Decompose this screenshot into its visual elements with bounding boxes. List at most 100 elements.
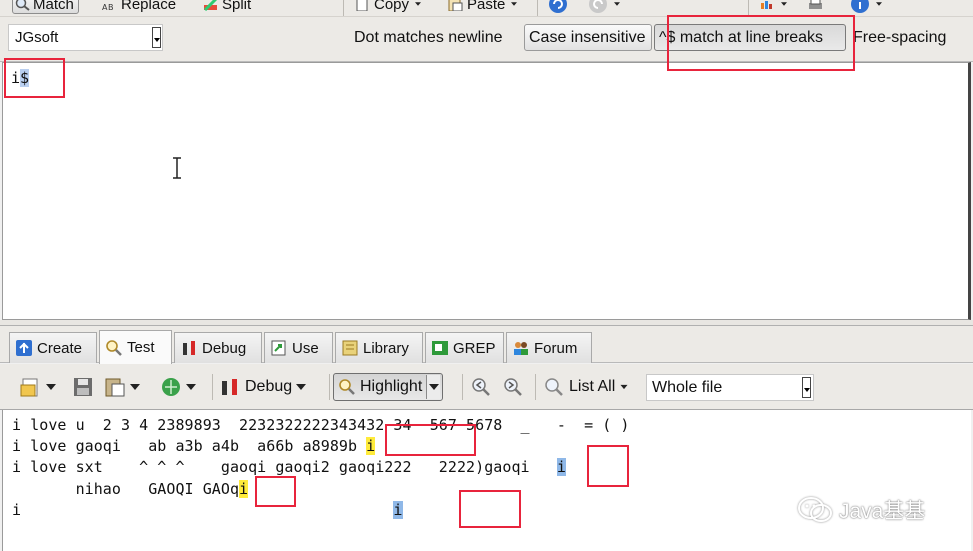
open-file-button[interactable] bbox=[20, 374, 56, 400]
match-button[interactable]: Match bbox=[12, 0, 79, 14]
paste-label: Paste bbox=[467, 0, 506, 13]
subject-line: i love u 2 3 4 2389893 2232322222343432 … bbox=[12, 416, 630, 434]
web-button[interactable] bbox=[160, 374, 196, 400]
next-match-button[interactable] bbox=[502, 374, 524, 400]
split-icon bbox=[203, 0, 218, 11]
tab-library[interactable]: Library bbox=[335, 332, 423, 363]
undo-button[interactable] bbox=[548, 0, 568, 14]
debug-dropdown-icon[interactable] bbox=[296, 384, 307, 390]
copy-button[interactable]: Copy bbox=[355, 0, 423, 14]
zoom-next-icon bbox=[504, 378, 522, 396]
svg-text:B: B bbox=[108, 3, 114, 11]
redo-icon bbox=[589, 0, 607, 13]
tab-create[interactable]: Create bbox=[9, 332, 97, 363]
list-all-dropdown-icon[interactable] bbox=[620, 384, 628, 390]
scope-select[interactable]: Whole file bbox=[646, 374, 814, 401]
paste-dropdown-icon[interactable] bbox=[511, 2, 518, 6]
toolbar-divider bbox=[462, 374, 463, 400]
print-button[interactable] bbox=[808, 0, 823, 14]
zoom-previous-icon bbox=[472, 378, 490, 396]
text-cursor-icon bbox=[173, 157, 181, 179]
test-subject-editor[interactable]: i love u 2 3 4 2389893 2232322222343432 … bbox=[2, 410, 971, 551]
grid-icon bbox=[761, 1, 772, 9]
web-dropdown-icon[interactable] bbox=[186, 384, 196, 390]
flavor-select[interactable]: JGsoft bbox=[8, 24, 163, 51]
toolbar-divider bbox=[212, 374, 213, 400]
redo-dropdown-icon[interactable] bbox=[614, 2, 620, 6]
tab-bar: Create Test Debug Use Library GREP Forum bbox=[0, 326, 973, 364]
grid-button[interactable] bbox=[760, 0, 789, 14]
create-icon bbox=[16, 340, 32, 356]
split-label: Split bbox=[222, 0, 252, 13]
split-button[interactable]: Split bbox=[203, 0, 251, 14]
match-label: Match bbox=[33, 0, 74, 13]
subject-line-text: i bbox=[12, 501, 394, 519]
paste-dropdown-icon[interactable] bbox=[130, 384, 140, 390]
annotation-box bbox=[667, 15, 855, 71]
magnifier-icon bbox=[15, 0, 30, 11]
grid-dropdown-icon[interactable] bbox=[781, 2, 787, 6]
open-dropdown-icon[interactable] bbox=[46, 384, 56, 390]
replace-button[interactable]: AB Replace bbox=[102, 0, 176, 14]
case-insensitive-toggle[interactable]: Case insensitive bbox=[524, 24, 652, 51]
tab-label: Create bbox=[37, 339, 83, 357]
regex-editor[interactable]: i$ bbox=[2, 62, 971, 320]
save-icon bbox=[74, 378, 92, 396]
wechat-icon bbox=[798, 497, 832, 522]
subject-line-text: i love gaoqi ab a3b a4b a66b a8989b bbox=[12, 437, 367, 455]
subject-line-text: i love sxt ^ ^ ^ gaoqi gaoqi2 gaoqi222 2… bbox=[12, 458, 557, 476]
match-highlight: i bbox=[239, 480, 249, 498]
tab-grep[interactable]: GREP bbox=[425, 332, 504, 363]
use-icon bbox=[271, 340, 286, 356]
save-file-button[interactable] bbox=[72, 374, 94, 400]
list-all-label: List All bbox=[569, 378, 616, 395]
library-icon bbox=[342, 340, 358, 356]
tab-forum[interactable]: Forum bbox=[506, 332, 592, 363]
tab-label: Debug bbox=[202, 339, 247, 357]
list-all-button[interactable]: List All bbox=[543, 374, 629, 400]
highlight-dropdown[interactable] bbox=[426, 375, 441, 399]
dot-matches-newline-toggle[interactable]: Dot matches newline bbox=[350, 24, 507, 51]
subject-line: i love sxt ^ ^ ^ gaoqi gaoqi2 gaoqi222 2… bbox=[12, 458, 566, 476]
paste-icon bbox=[105, 378, 125, 397]
dot-matches-newline-label: Dot matches newline bbox=[354, 28, 503, 46]
annotation-box bbox=[587, 445, 629, 487]
tab-label: Test bbox=[127, 339, 155, 356]
tab-label: Forum bbox=[534, 339, 578, 357]
free-spacing-label: Free-spacing bbox=[853, 28, 947, 46]
scope-dropdown-icon[interactable] bbox=[802, 377, 811, 398]
flavor-dropdown-icon[interactable] bbox=[152, 27, 161, 48]
tab-debug[interactable]: Debug bbox=[174, 332, 262, 363]
forum-users-icon bbox=[514, 342, 528, 355]
free-spacing-toggle[interactable]: Free-spacing bbox=[849, 24, 950, 51]
toolbar-divider bbox=[343, 0, 344, 16]
subject-line: nihao GAOQI GAOqi bbox=[12, 480, 249, 498]
undo-icon bbox=[549, 0, 567, 13]
previous-match-button[interactable] bbox=[470, 374, 492, 400]
bug-icon bbox=[183, 341, 195, 355]
open-file-icon bbox=[20, 378, 38, 397]
paste-button[interactable]: Paste bbox=[448, 0, 519, 14]
annotation-box bbox=[385, 424, 476, 456]
debug-button[interactable]: Debug bbox=[219, 374, 307, 400]
help-dropdown-icon[interactable] bbox=[876, 2, 882, 6]
help-button[interactable] bbox=[850, 0, 884, 14]
redo-button[interactable] bbox=[588, 0, 622, 14]
paste-subject-button[interactable] bbox=[104, 374, 140, 400]
subject-line: i love gaoqi ab a3b a4b a66b a8989b i bbox=[12, 437, 376, 455]
copy-label: Copy bbox=[374, 0, 410, 13]
subject-line-text: nihao GAOQI GAOq bbox=[12, 480, 240, 498]
tab-use[interactable]: Use bbox=[264, 332, 333, 363]
case-insensitive-label: Case insensitive bbox=[529, 28, 646, 46]
highlight-dropdown-icon bbox=[428, 384, 439, 390]
replace-icon: AB bbox=[102, 3, 114, 11]
tab-test[interactable]: Test bbox=[99, 330, 172, 364]
globe-icon bbox=[162, 378, 180, 396]
annotation-box bbox=[255, 476, 296, 507]
match-highlight: i bbox=[556, 458, 566, 476]
magnifier-icon bbox=[339, 379, 355, 395]
copy-dropdown-icon[interactable] bbox=[415, 2, 422, 6]
printer-icon bbox=[809, 0, 822, 9]
match-highlight: i bbox=[393, 501, 403, 519]
highlight-button[interactable]: Highlight bbox=[333, 373, 444, 401]
